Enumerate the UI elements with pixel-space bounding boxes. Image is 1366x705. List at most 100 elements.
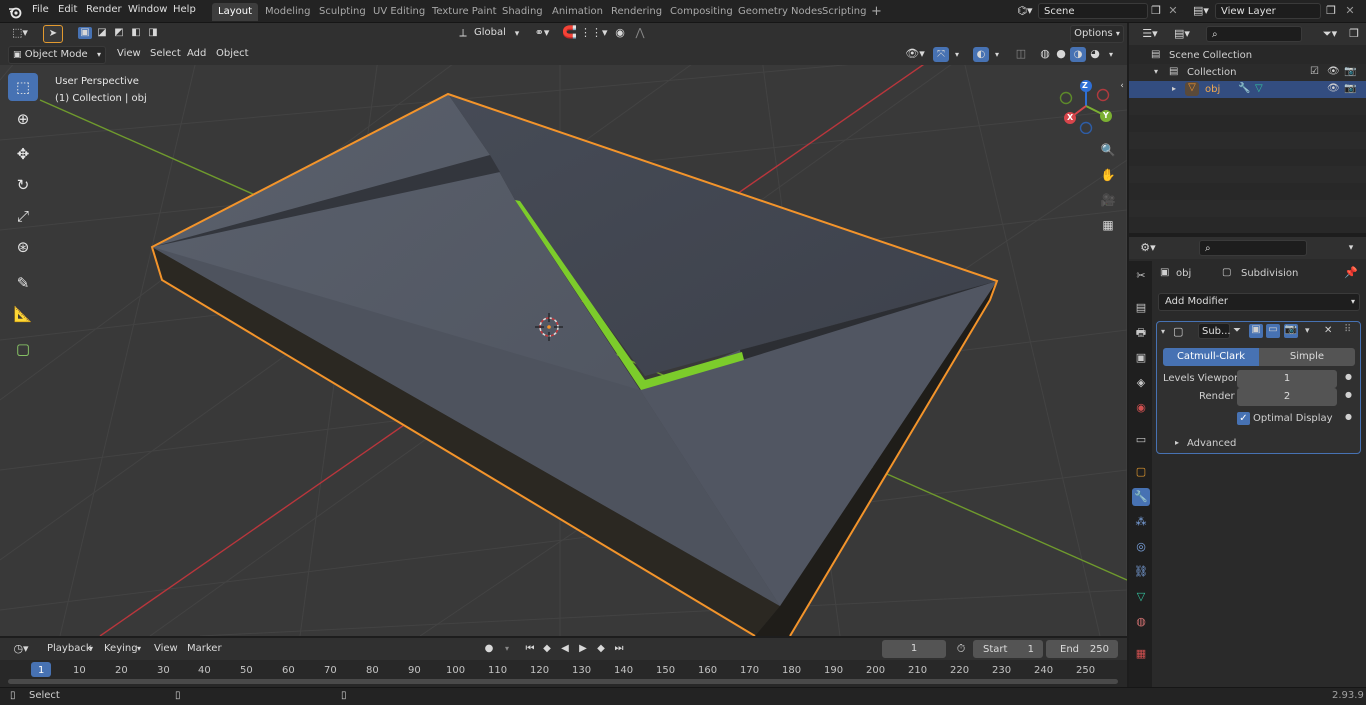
- tool-scale[interactable]: ⤢: [8, 202, 38, 230]
- outliner-search-input[interactable]: ⌕: [1206, 26, 1302, 42]
- modifier-collapse-icon[interactable]: ▾: [1161, 327, 1165, 336]
- advanced-label[interactable]: Advanced: [1187, 438, 1236, 449]
- timeline[interactable]: 1 10 20 30 40 50 60 70 80 90 100 110 120…: [0, 660, 1127, 687]
- obj-modifier-wrench-icon[interactable]: 🔧: [1238, 83, 1250, 94]
- modifier-edit-cage-icon[interactable]: ⏷: [1233, 325, 1241, 336]
- menu-file[interactable]: File: [32, 4, 49, 15]
- tab-modeling[interactable]: Modeling: [259, 3, 317, 21]
- view-layer-icon[interactable]: ▤▾: [1190, 5, 1212, 17]
- blender-logo-icon[interactable]: [8, 5, 22, 19]
- scene-tab-icon[interactable]: ◈: [1132, 374, 1150, 392]
- tool-rotate[interactable]: ↻: [8, 171, 38, 199]
- view-layer-tab-icon[interactable]: ▣: [1132, 349, 1150, 367]
- xray-icon[interactable]: ◫: [1014, 48, 1028, 60]
- catmull-clark-button[interactable]: Catmull-Clark: [1163, 348, 1259, 366]
- collection-eye-icon[interactable]: 👁: [1327, 66, 1340, 77]
- tab-animation[interactable]: Animation: [546, 3, 609, 21]
- render-tab-icon[interactable]: ▤: [1132, 299, 1150, 317]
- record-options-icon[interactable]: ▾: [500, 643, 514, 655]
- tool-annotate[interactable]: ✎: [8, 269, 38, 297]
- new-view-layer-icon[interactable]: ❐: [1325, 5, 1337, 17]
- view-layer-field[interactable]: View Layer: [1215, 3, 1321, 19]
- outliner-row-obj[interactable]: ▸ ▽ obj 🔧 ▽ 👁 📷: [1129, 81, 1366, 98]
- obj-camera-icon[interactable]: 📷: [1344, 83, 1356, 94]
- tool-add-cube[interactable]: ▢: [8, 335, 38, 363]
- properties-options-icon[interactable]: ▾: [1344, 242, 1358, 254]
- menu-help[interactable]: Help: [173, 4, 196, 15]
- collection-expand-icon[interactable]: ▾: [1154, 67, 1158, 76]
- remove-scene-icon[interactable]: ✕: [1167, 5, 1179, 17]
- gizmo-toggle-icon[interactable]: ⤧: [933, 47, 949, 62]
- add-workspace-button[interactable]: +: [867, 3, 886, 21]
- shading-rendered-icon[interactable]: ◕: [1088, 48, 1102, 60]
- outliner-row-scene-collection[interactable]: ▤ Scene Collection: [1129, 47, 1366, 64]
- record-icon[interactable]: ●: [482, 643, 496, 655]
- shading-dropdown-icon[interactable]: ▾: [1106, 49, 1116, 61]
- gizmo-dropdown-icon[interactable]: ▾: [952, 49, 962, 61]
- overlays-dropdown-icon[interactable]: ▾: [992, 49, 1002, 61]
- material-tab-icon[interactable]: ◍: [1132, 613, 1150, 631]
- levels-viewport-field[interactable]: 1: [1237, 370, 1337, 388]
- outliner-editor-icon[interactable]: ☰▾: [1139, 28, 1161, 40]
- timeline-editor-icon[interactable]: ◷▾: [9, 643, 33, 655]
- collection-camera-icon[interactable]: 📷: [1344, 66, 1356, 77]
- obj-mesh-data-icon[interactable]: ▽: [1255, 83, 1263, 94]
- levels-viewport-keyframe-icon[interactable]: ●: [1345, 372, 1352, 381]
- modifier-remove-icon[interactable]: ✕: [1324, 325, 1332, 336]
- constraints-tab-icon[interactable]: ⛓: [1132, 563, 1150, 581]
- proportional-edit-icon[interactable]: ◉: [613, 27, 627, 39]
- physics-tab-icon[interactable]: ◎: [1132, 538, 1150, 556]
- 3d-viewport[interactable]: User Perspective (1) Collection | obj Z …: [0, 44, 1127, 636]
- play-reverse-icon[interactable]: ◀: [558, 643, 572, 655]
- tool-select-box[interactable]: ⬚: [8, 73, 38, 101]
- new-collection-icon[interactable]: ❐: [1347, 28, 1361, 40]
- select-mode-subtract-icon[interactable]: ◩: [112, 27, 126, 39]
- options-button[interactable]: Options ▾: [1070, 25, 1124, 43]
- pan-hand-icon[interactable]: ✋: [1099, 169, 1117, 181]
- obj-eye-icon[interactable]: 👁: [1327, 83, 1340, 94]
- prev-keyframe-icon[interactable]: ◆: [540, 643, 554, 655]
- scene-field[interactable]: Scene: [1038, 3, 1148, 19]
- sidebar-toggle-icon[interactable]: ‹: [1117, 80, 1127, 92]
- new-scene-icon[interactable]: ❐: [1150, 5, 1162, 17]
- render-levels-field[interactable]: 2: [1237, 388, 1337, 406]
- jump-end-icon[interactable]: ⏭: [612, 643, 626, 655]
- tab-geometry-nodes[interactable]: Geometry Nodes: [732, 3, 828, 21]
- tool-cursor[interactable]: ⊕: [8, 105, 38, 133]
- data-tab-icon[interactable]: ▽: [1132, 588, 1150, 606]
- falloff-icon[interactable]: ⋀: [630, 27, 650, 39]
- orientation-dropdown-icon[interactable]: ▾: [512, 28, 522, 40]
- shading-wireframe-icon[interactable]: ◍: [1038, 48, 1052, 60]
- keying-dropdown[interactable]: Keying ▾: [99, 640, 145, 658]
- object-mode-dropdown[interactable]: ▣ Object Mode ▾: [8, 46, 106, 64]
- simple-button[interactable]: Simple: [1259, 348, 1355, 366]
- obj-expand-icon[interactable]: ▸: [1172, 84, 1176, 93]
- object-tab-icon[interactable]: ▢: [1132, 463, 1150, 481]
- shading-solid-icon[interactable]: ●: [1054, 48, 1068, 60]
- scene-icon[interactable]: ⌬▾: [1014, 5, 1036, 17]
- properties-editor-icon[interactable]: ⚙▾: [1137, 242, 1159, 254]
- modifier-drag-handle-icon[interactable]: ⠿: [1344, 324, 1351, 335]
- properties-search-input[interactable]: ⌕: [1199, 240, 1307, 256]
- world-tab-icon[interactable]: ◉: [1132, 399, 1150, 417]
- menu-select[interactable]: Select: [150, 48, 181, 59]
- advanced-expand-icon[interactable]: ▸: [1175, 438, 1179, 447]
- snap-icon[interactable]: 🧲: [562, 26, 577, 38]
- jump-start-icon[interactable]: ⏮: [523, 643, 537, 655]
- tool-measure[interactable]: 📐: [8, 300, 38, 328]
- texture-tab-icon[interactable]: ▦: [1132, 645, 1150, 663]
- tool-transform[interactable]: ⊛: [8, 233, 38, 261]
- camera-view-icon[interactable]: 🎥: [1099, 194, 1117, 206]
- remove-view-layer-icon[interactable]: ✕: [1344, 5, 1356, 17]
- add-modifier-dropdown[interactable]: Add Modifier ▾: [1158, 293, 1360, 311]
- modifier-dropdown-icon[interactable]: ▾: [1305, 326, 1310, 336]
- menu-window[interactable]: Window: [128, 4, 167, 15]
- menu-add[interactable]: Add: [187, 48, 206, 59]
- tab-rendering[interactable]: Rendering: [605, 3, 668, 21]
- tool-move[interactable]: ✥: [8, 140, 38, 168]
- modifier-editmode-icon[interactable]: ▣: [1249, 324, 1263, 338]
- stopwatch-icon[interactable]: ⏱: [954, 643, 968, 655]
- select-mode-new-icon[interactable]: ▣: [78, 27, 92, 39]
- play-icon[interactable]: ▶: [576, 643, 590, 655]
- orientation-icon[interactable]: ⟂: [456, 27, 470, 39]
